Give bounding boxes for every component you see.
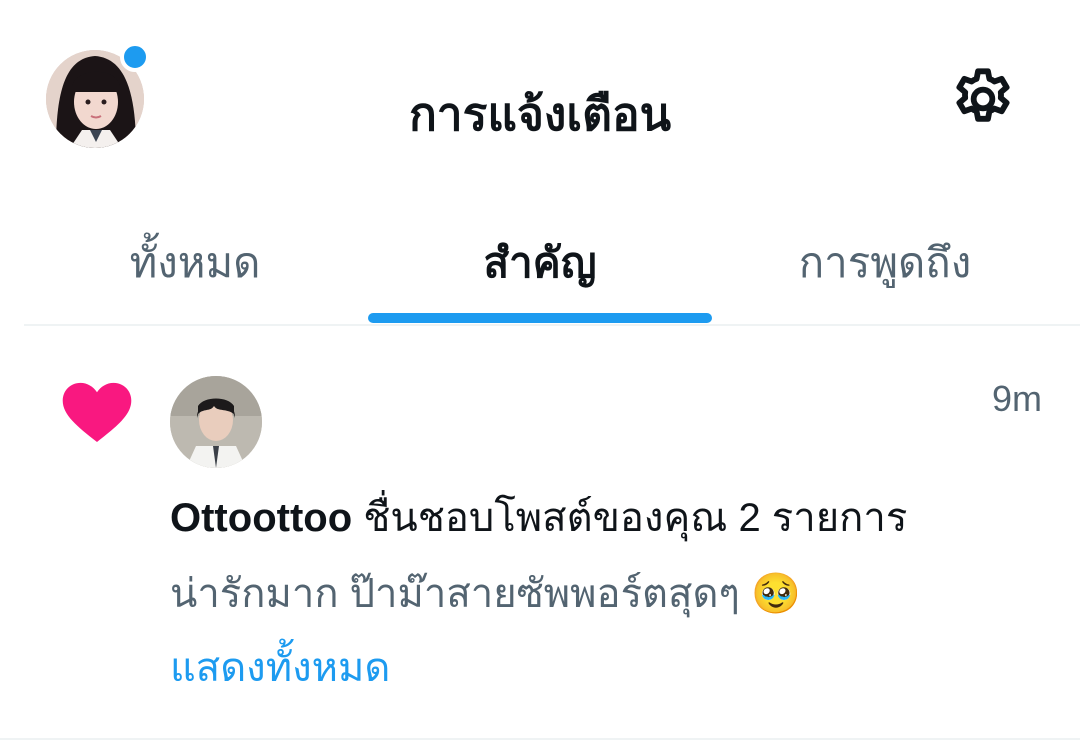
unread-indicator-dot [120, 42, 150, 72]
notification-item[interactable]: 9m Ottoottoo ชื่นชอบโพสต์ของคุณ 2 รายการ… [0, 326, 1080, 743]
pleading-face-emoji: 🥹 [751, 572, 801, 616]
timestamp: 9m [991, 378, 1042, 419]
tab-mentions[interactable]: การพูดถึง [760, 230, 1010, 290]
header: การแจ้งเตือน [0, 0, 1080, 200]
notifications-screen: การแจ้งเตือน ทั้งหมด สำคัญ การพูดถึง 9m … [0, 0, 1080, 743]
show-all-link[interactable]: แสดงทั้งหมด [170, 644, 390, 692]
notification-text: Ottoottoo ชื่นชอบโพสต์ของคุณ 2 รายการ [170, 494, 1050, 542]
heart-icon [62, 382, 132, 442]
post-preview: น่ารักมาก ป๊าม๊าสายซัพพอร์ตสุดๆ 🥹 [170, 570, 1050, 618]
page-title: การแจ้งเตือน [408, 88, 672, 140]
username[interactable]: Ottoottoo [170, 496, 352, 540]
action-text: ชื่นชอบโพสต์ของคุณ 2 รายการ [363, 496, 908, 540]
user-avatar-image [170, 376, 262, 468]
tab-all[interactable]: ทั้งหมด [80, 230, 310, 290]
gear-icon[interactable] [948, 64, 1018, 134]
tab-bar: ทั้งหมด สำคัญ การพูดถึง [0, 200, 1080, 324]
active-tab-indicator [368, 313, 712, 323]
preview-text: น่ารักมาก ป๊าม๊าสายซัพพอร์ตสุดๆ [170, 572, 740, 616]
divider [0, 738, 1080, 740]
tab-important[interactable]: สำคัญ [420, 230, 660, 290]
user-avatar[interactable] [170, 376, 262, 468]
